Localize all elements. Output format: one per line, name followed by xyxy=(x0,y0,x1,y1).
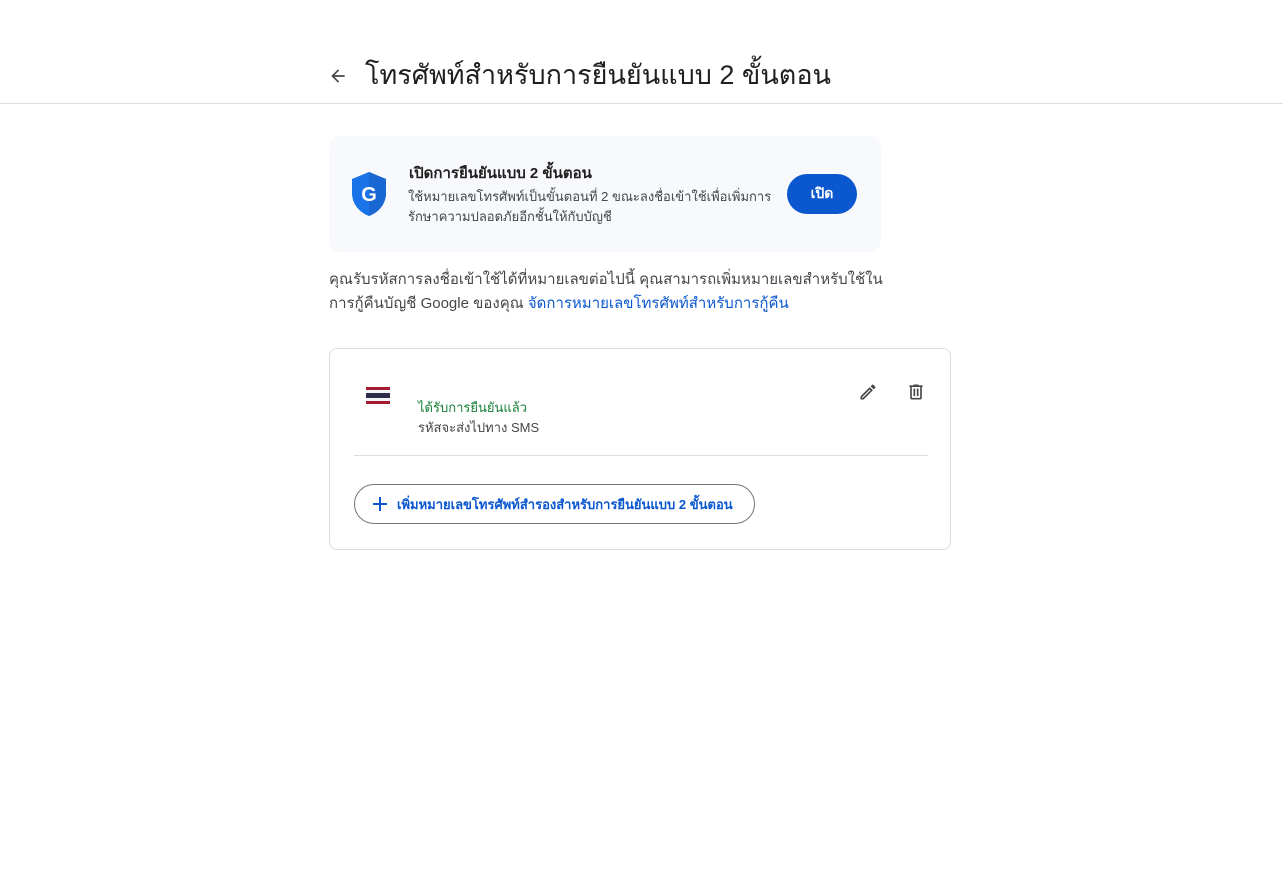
thailand-flag-icon xyxy=(366,387,390,404)
add-backup-phone-label: เพิ่มหมายเลขโทรศัพท์สำรองสำหรับการยืนยัน… xyxy=(397,496,733,512)
trash-icon xyxy=(909,384,923,400)
delete-phone-button[interactable] xyxy=(900,376,932,408)
arrow-back-icon xyxy=(331,69,345,83)
svg-text:G: G xyxy=(361,184,377,206)
verified-status: ได้รับการยืนยันแล้ว xyxy=(418,400,528,415)
page-title: โทรศัพท์สำหรับการยืนยันแบบ 2 ขั้นตอน xyxy=(365,60,832,90)
back-button[interactable] xyxy=(322,60,354,92)
phone-card: ได้รับการยืนยันแล้ว รหัสจะส่งไปทาง SMS เ… xyxy=(329,348,951,550)
delivery-method: รหัสจะส่งไปทาง SMS xyxy=(418,420,540,435)
edit-phone-button[interactable] xyxy=(852,376,884,408)
manage-recovery-phone-link[interactable]: จัดการหมายเลขโทรศัพท์สำหรับการกู้คืน xyxy=(528,295,789,312)
page-header: โทรศัพท์สำหรับการยืนยันแบบ 2 ขั้นตอน xyxy=(0,0,1283,104)
promo-title: เปิดการยืนยันแบบ 2 ขั้นตอน xyxy=(409,165,592,182)
promo-description: ใช้หมายเลขโทรศัพท์เป็นขั้นตอนที่ 2 ขณะลง… xyxy=(408,189,772,224)
info-paragraph: คุณรับรหัสการลงชื่อเข้าใช้ได้ที่หมายเลขต… xyxy=(329,268,889,316)
divider xyxy=(354,455,928,456)
add-backup-phone-button[interactable]: เพิ่มหมายเลขโทรศัพท์สำรองสำหรับการยืนยัน… xyxy=(354,484,755,524)
enable-button[interactable]: เปิด xyxy=(787,174,857,214)
google-shield-icon: G xyxy=(352,172,386,216)
plus-icon xyxy=(373,497,387,511)
pencil-icon xyxy=(860,384,876,400)
two-step-promo-card: G เปิดการยืนยันแบบ 2 ขั้นตอน ใช้หมายเลขโ… xyxy=(329,136,881,252)
